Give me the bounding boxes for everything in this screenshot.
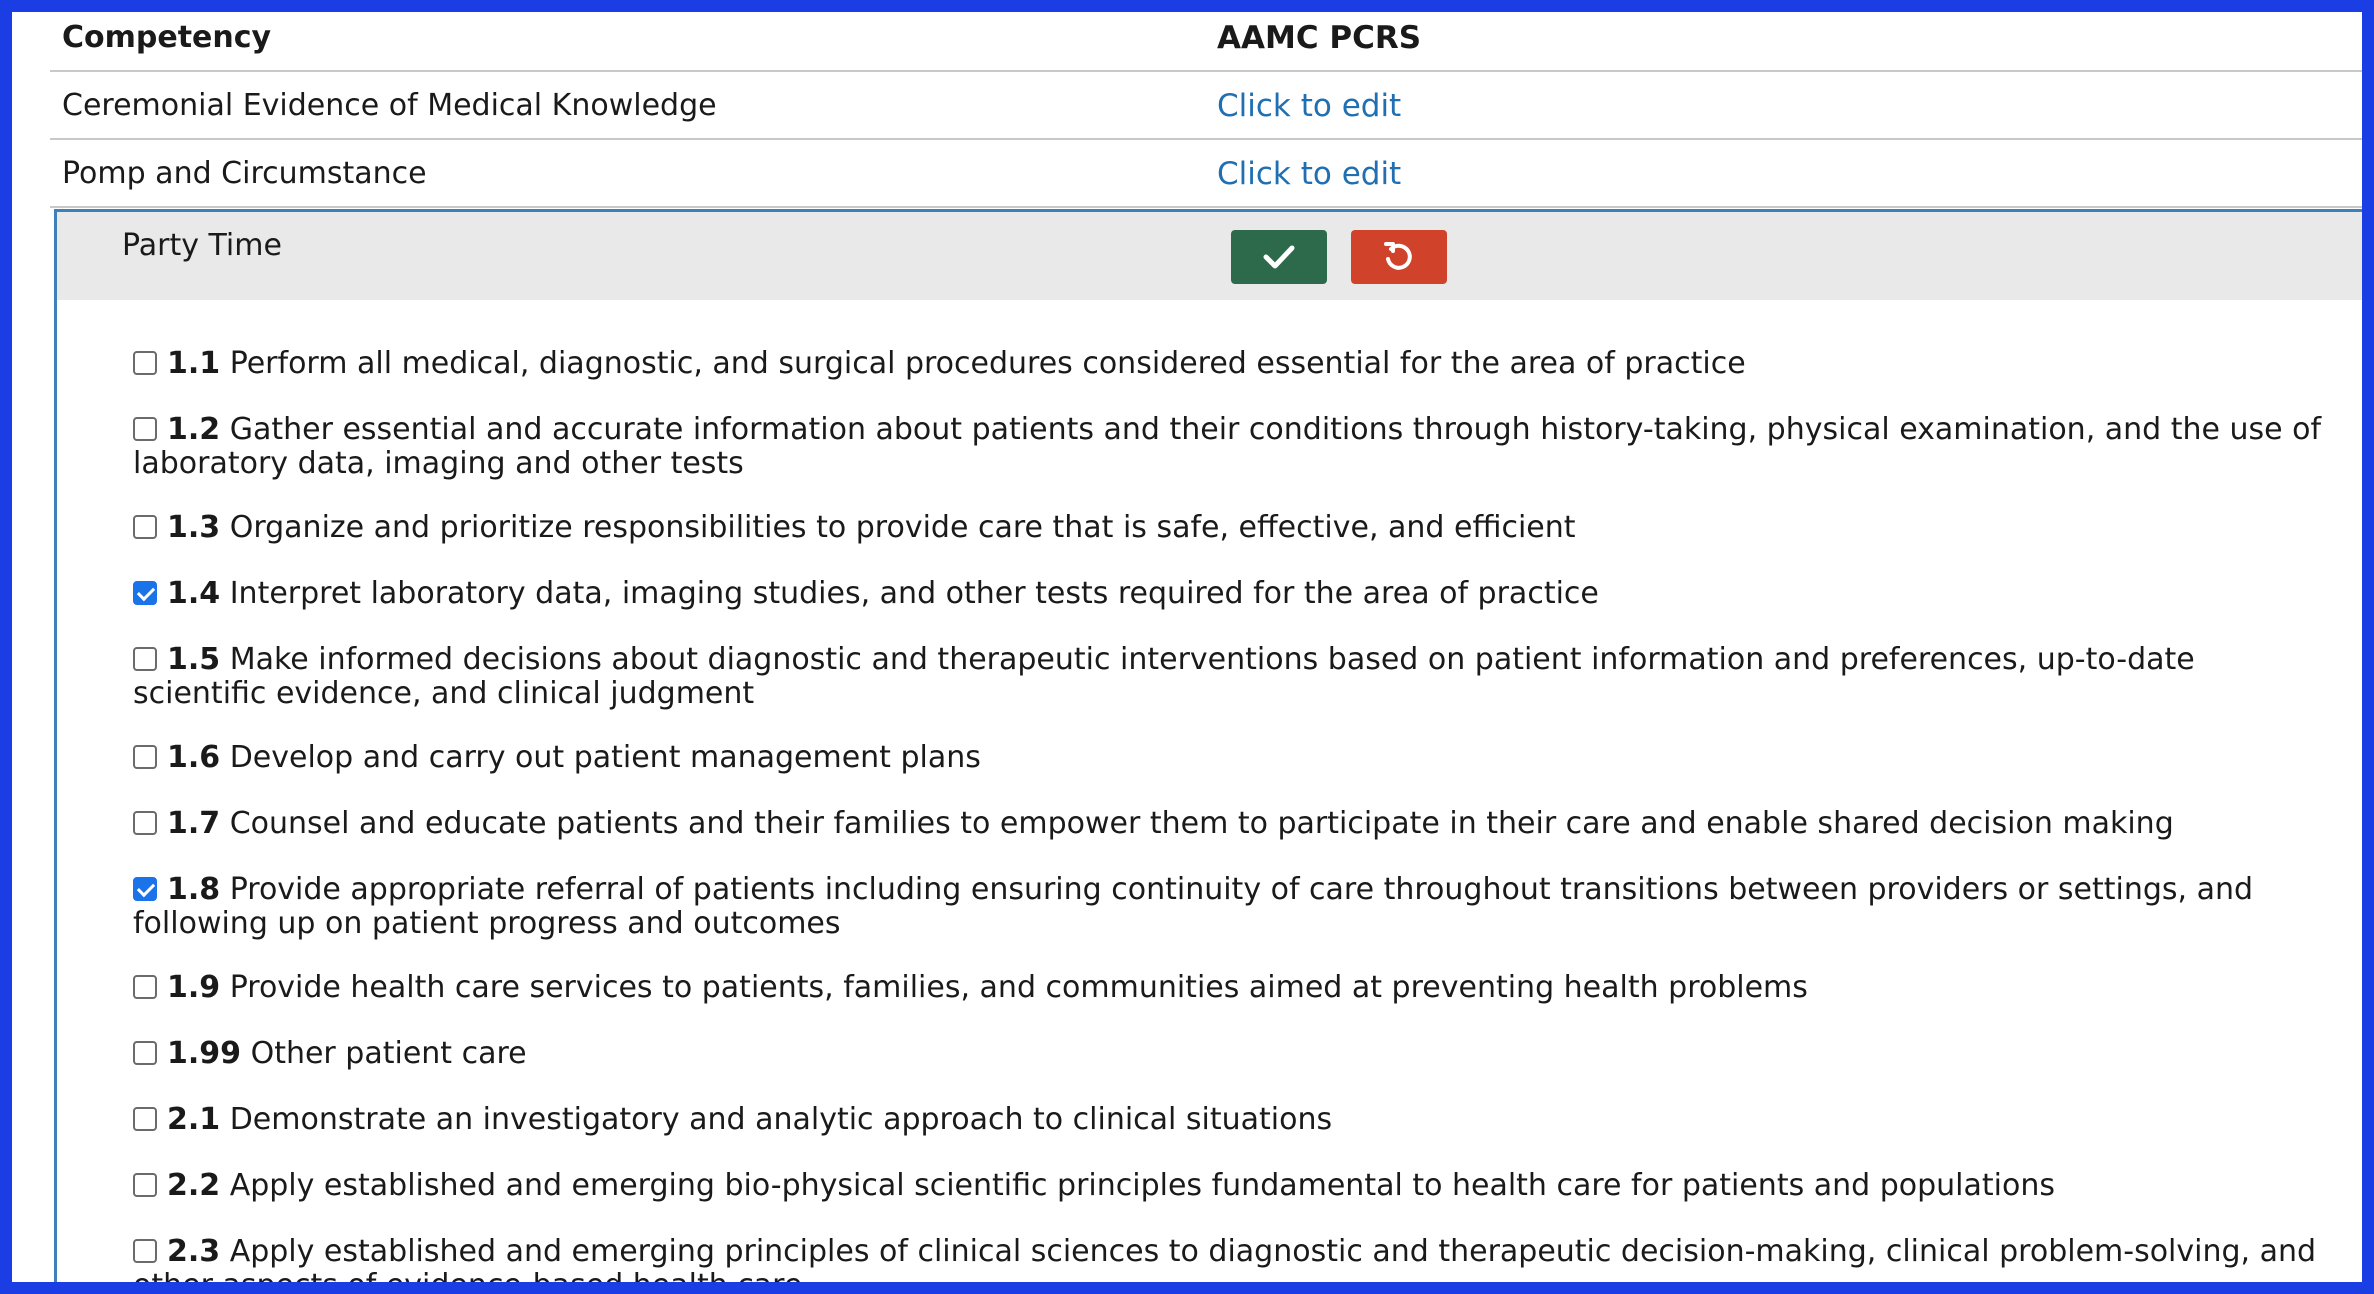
option-checkbox[interactable] (133, 581, 157, 605)
competency-option[interactable]: 1.8 Provide appropriate referral of pati… (133, 873, 2333, 941)
option-text: Provide health care services to patients… (229, 970, 1808, 1005)
competency-option[interactable]: 1.1 Perform all medical, diagnostic, and… (133, 347, 2333, 381)
table-row: Pomp and Circumstance Click to edit (50, 140, 2362, 208)
option-label: 1.7 Counsel and educate patients and the… (133, 807, 2333, 841)
competency-option[interactable]: 1.99 Other patient care (133, 1037, 2333, 1071)
option-text: Other patient care (250, 1036, 527, 1071)
option-text: Counsel and educate patients and their f… (229, 806, 2174, 841)
competency-option[interactable]: 2.3 Apply established and emerging princ… (133, 1235, 2333, 1282)
option-text: Interpret laboratory data, imaging studi… (229, 576, 1599, 611)
competency-option[interactable]: 1.6 Develop and carry out patient manage… (133, 741, 2333, 775)
competency-option[interactable]: 1.9 Provide health care services to pati… (133, 971, 2333, 1005)
click-to-edit-link[interactable]: Click to edit (1217, 88, 1401, 124)
option-checkbox[interactable] (133, 877, 157, 901)
option-label: 2.1 Demonstrate an investigatory and ana… (133, 1103, 2333, 1137)
option-label: 1.9 Provide health care services to pati… (133, 971, 2333, 1005)
option-text: Apply established and emerging principle… (133, 1234, 2317, 1283)
option-checkbox[interactable] (133, 975, 157, 999)
check-icon (1263, 245, 1295, 269)
option-number: 1.1 (167, 346, 221, 381)
editor-title: Party Time (122, 228, 282, 263)
option-text: Provide appropriate referral of patients… (133, 872, 2254, 941)
option-number: 1.3 (167, 510, 221, 545)
option-label: 1.1 Perform all medical, diagnostic, and… (133, 347, 2333, 381)
save-button[interactable] (1231, 230, 1327, 284)
editor-header: Party Time (57, 212, 2362, 300)
option-checkbox[interactable] (133, 417, 157, 441)
option-label: 1.8 Provide appropriate referral of pati… (133, 873, 2333, 941)
option-label: 1.3 Organize and prioritize responsibili… (133, 511, 2333, 545)
table-row: Ceremonial Evidence of Medical Knowledge… (50, 72, 2362, 140)
option-checkbox[interactable] (133, 351, 157, 375)
revert-button[interactable] (1351, 230, 1447, 284)
option-number: 1.8 (167, 872, 221, 907)
option-checkbox[interactable] (133, 647, 157, 671)
competency-option[interactable]: 1.5 Make informed decisions about diagno… (133, 643, 2333, 711)
option-checkbox[interactable] (133, 811, 157, 835)
option-number: 2.2 (167, 1168, 221, 1203)
option-number: 1.6 (167, 740, 221, 775)
option-number: 2.3 (167, 1234, 221, 1269)
option-text: Apply established and emerging bio-physi… (229, 1168, 2055, 1203)
option-number: 1.4 (167, 576, 221, 611)
option-label: 1.5 Make informed decisions about diagno… (133, 643, 2333, 711)
option-checkbox[interactable] (133, 1107, 157, 1131)
option-checkbox[interactable] (133, 515, 157, 539)
header-aamc-pcrs: AAMC PCRS (1217, 20, 1422, 56)
option-checkbox[interactable] (133, 1041, 157, 1065)
option-label: 1.4 Interpret laboratory data, imaging s… (133, 577, 2333, 611)
option-text: Gather essential and accurate informatio… (133, 412, 2322, 481)
option-checkbox[interactable] (133, 745, 157, 769)
option-number: 1.99 (167, 1036, 242, 1071)
competency-option[interactable]: 2.1 Demonstrate an investigatory and ana… (133, 1103, 2333, 1137)
option-number: 1.7 (167, 806, 221, 841)
option-label: 1.2 Gather essential and accurate inform… (133, 413, 2333, 481)
option-text: Demonstrate an investigatory and analyti… (229, 1102, 1333, 1137)
competency-option[interactable]: 1.7 Counsel and educate patients and the… (133, 807, 2333, 841)
header-competency: Competency (62, 20, 272, 55)
competency-option[interactable]: 1.4 Interpret laboratory data, imaging s… (133, 577, 2333, 611)
table-header: Competency AAMC PCRS (50, 12, 2362, 72)
competency-name: Ceremonial Evidence of Medical Knowledge (62, 88, 717, 123)
option-checkbox[interactable] (133, 1239, 157, 1263)
competency-name: Pomp and Circumstance (62, 156, 427, 191)
option-number: 1.5 (167, 642, 221, 677)
content-area: Competency AAMC PCRS Ceremonial Evidence… (12, 12, 2362, 1282)
option-label: 1.99 Other patient care (133, 1037, 2333, 1071)
competency-editor: Party Time 1.1 Perform all medical, diag… (54, 209, 2362, 1282)
window-frame: Competency AAMC PCRS Ceremonial Evidence… (0, 0, 2374, 1294)
option-label: 2.2 Apply established and emerging bio-p… (133, 1169, 2333, 1203)
option-checkbox[interactable] (133, 1173, 157, 1197)
option-label: 1.6 Develop and carry out patient manage… (133, 741, 2333, 775)
click-to-edit-link[interactable]: Click to edit (1217, 156, 1401, 192)
option-number: 1.2 (167, 412, 221, 447)
option-label: 2.3 Apply established and emerging princ… (133, 1234, 2333, 1283)
undo-icon (1384, 242, 1412, 270)
option-text: Develop and carry out patient management… (229, 740, 981, 775)
option-text: Make informed decisions about diagnostic… (133, 642, 2195, 711)
option-text: Perform all medical, diagnostic, and sur… (229, 346, 1746, 381)
option-number: 2.1 (167, 1102, 221, 1137)
competency-option[interactable]: 2.2 Apply established and emerging bio-p… (133, 1169, 2333, 1203)
competency-option[interactable]: 1.2 Gather essential and accurate inform… (133, 413, 2333, 481)
option-number: 1.9 (167, 970, 221, 1005)
competency-option[interactable]: 1.3 Organize and prioritize responsibili… (133, 511, 2333, 545)
option-text: Organize and prioritize responsibilities… (229, 510, 1576, 545)
